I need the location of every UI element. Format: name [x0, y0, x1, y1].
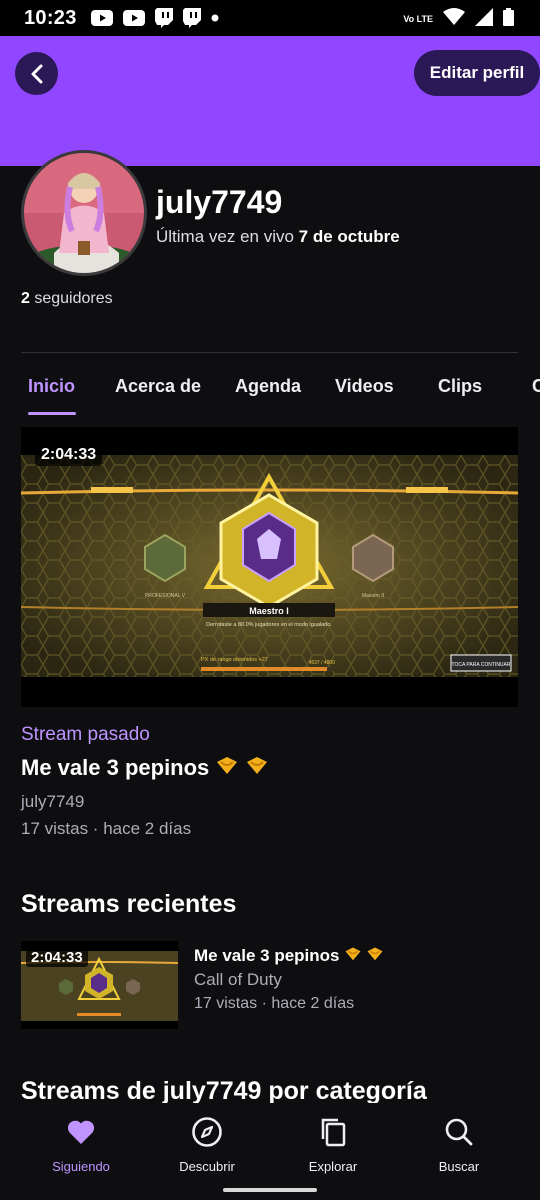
- tab-acerca-de[interactable]: Acerca de: [115, 376, 201, 397]
- search-icon: [399, 1115, 519, 1149]
- wifi-icon: [443, 8, 465, 31]
- back-button[interactable]: [15, 52, 58, 95]
- thumbnail-image: Maestro I Derrotaste a 80.0% jugadores e…: [21, 455, 518, 677]
- active-tab-indicator: [28, 412, 76, 415]
- last-live-prefix: Última vez en vivo: [156, 227, 294, 246]
- hand-heart-icon: [215, 754, 239, 782]
- thumb-xp-label: PX de rango obtenidos +27: [201, 657, 268, 663]
- nav-buscar[interactable]: Buscar: [399, 1115, 519, 1174]
- tab-partial[interactable]: C: [532, 376, 540, 397]
- nav-label: Siguiendo: [52, 1159, 110, 1174]
- recent-title-text: Me vale 3 pepinos: [194, 946, 340, 965]
- nav-descubrir[interactable]: Descubrir: [147, 1115, 267, 1174]
- bottom-navigation: Siguiendo Descubrir Explorar Buscar: [0, 1103, 540, 1200]
- nav-label: Explorar: [308, 1159, 358, 1174]
- recent-stream-title[interactable]: Me vale 3 pepinos: [194, 945, 384, 967]
- recent-stream-meta: 17 vistas · hace 2 días: [194, 995, 355, 1012]
- followers-count: 2 seguidores: [21, 290, 113, 308]
- avatar: [21, 150, 147, 276]
- thumb-xp-value: 4537 / 4800: [309, 660, 336, 666]
- recent-duration-badge: 2:04:33: [26, 948, 88, 967]
- thumb-continue: TOCA PARA CONTINUAR: [452, 662, 511, 668]
- vod-title[interactable]: Me vale 3 pepinos: [21, 754, 269, 782]
- section-title-recent: Streams recientes: [21, 890, 237, 918]
- twitch-icon: [182, 8, 201, 28]
- nav-label: Buscar: [438, 1159, 480, 1174]
- thumb-rank-subtitle: Derrotaste a 80.0% jugadores en el modo …: [206, 622, 332, 628]
- followers-label: seguidores: [34, 290, 113, 307]
- last-live-info: Última vez en vivo 7 de octubre: [156, 227, 400, 247]
- vod-duration-badge: 2:04:33: [35, 444, 103, 466]
- chevron-left-icon: [31, 64, 42, 83]
- thumb-rank-title: Maestro I: [249, 606, 289, 616]
- tab-agenda[interactable]: Agenda: [235, 376, 301, 397]
- thumb-right-rank: Maestro II: [362, 593, 384, 599]
- nav-explorar[interactable]: Explorar: [273, 1115, 393, 1174]
- hand-heart-icon: [344, 945, 362, 967]
- compass-icon: [147, 1115, 267, 1149]
- twitch-icon: [154, 8, 173, 28]
- hand-heart-icon: [366, 945, 384, 967]
- section-title-category: Streams de july7749 por categoría: [21, 1077, 427, 1105]
- followers-number: 2: [21, 290, 30, 307]
- vod-channel[interactable]: july7749: [21, 792, 84, 812]
- edit-profile-button[interactable]: Editar perfil: [414, 50, 540, 96]
- youtube-icon: [122, 10, 145, 26]
- divider: [21, 352, 518, 353]
- browse-icon: [273, 1115, 393, 1149]
- signal-icon: [475, 8, 493, 31]
- recent-stream-game[interactable]: Call of Duty: [194, 970, 282, 990]
- thumb-left-rank: PROFESIONAL V: [145, 593, 186, 599]
- volte-indicator: Vo LTE: [403, 14, 433, 24]
- nav-siguiendo[interactable]: Siguiendo: [21, 1115, 141, 1174]
- profile-banner: Editar perfil: [0, 36, 540, 166]
- profile-username: july7749: [156, 184, 283, 220]
- vod-title-text: Me vale 3 pepinos: [21, 755, 210, 780]
- status-time: 10:23: [24, 6, 77, 29]
- recent-stream-thumbnail[interactable]: 2:04:33: [21, 941, 178, 1029]
- last-live-date: 7 de octubre: [298, 227, 400, 246]
- past-stream-label: Stream pasado: [21, 724, 150, 745]
- home-indicator[interactable]: [223, 1188, 317, 1192]
- hand-heart-icon: [245, 754, 269, 782]
- notification-dot-icon: [211, 14, 219, 22]
- profile-tabs: Inicio Acerca de Agenda Videos Clips C: [0, 372, 540, 416]
- tab-inicio[interactable]: Inicio: [28, 376, 75, 397]
- youtube-icon: [90, 10, 113, 26]
- tab-videos[interactable]: Videos: [335, 376, 394, 397]
- status-bar: 10:23 Vo LTE: [0, 0, 540, 36]
- battery-icon: [503, 8, 514, 31]
- nav-label: Descubrir: [179, 1159, 235, 1174]
- tab-clips[interactable]: Clips: [438, 376, 482, 397]
- heart-icon: [21, 1115, 141, 1149]
- vod-meta: 17 vistas · hace 2 días: [21, 819, 192, 838]
- featured-vod-thumbnail[interactable]: Maestro I Derrotaste a 80.0% jugadores e…: [21, 427, 518, 707]
